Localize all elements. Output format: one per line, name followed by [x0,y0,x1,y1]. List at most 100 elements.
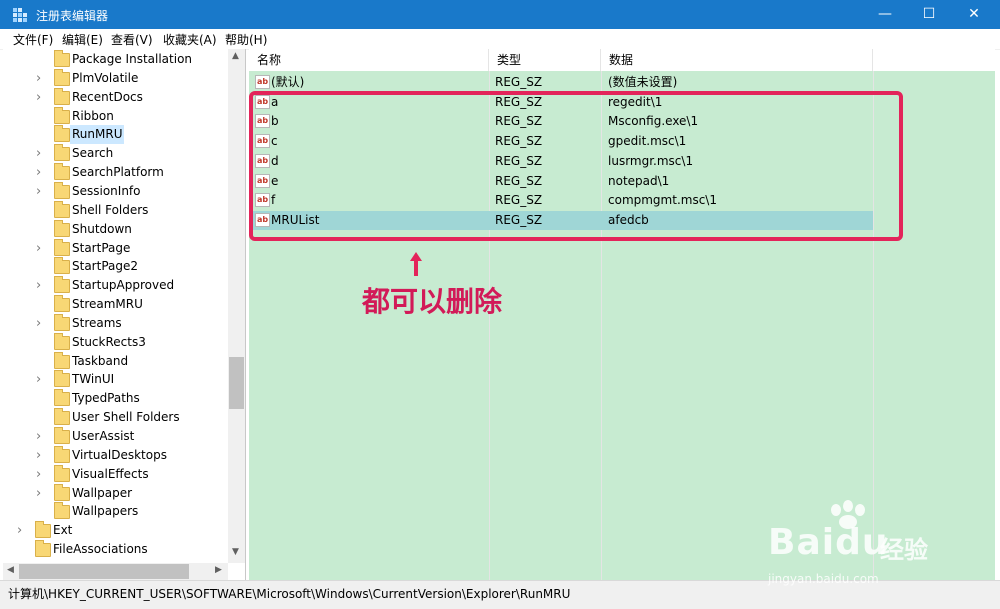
tree-item-label: Ext [53,523,73,538]
tree-item[interactable]: › Ext [3,521,228,540]
folder-icon [54,219,70,237]
folder-icon [54,464,70,482]
menu-help[interactable]: 帮助(H) [225,31,267,48]
window-title: 注册表编辑器 [36,9,109,23]
scroll-left-arrow-icon[interactable]: ◀ [7,565,14,575]
tree-item-label: StreamMRU [72,297,143,312]
tree-item[interactable]: › Search [3,144,228,163]
menu-bar: 文件(F) 编辑(E) 查看(V) 收藏夹(A) 帮助(H) [0,29,1000,50]
expand-chevron-icon[interactable]: › [36,163,46,182]
close-button[interactable]: ✕ [951,0,997,29]
expand-chevron-icon[interactable]: › [36,182,46,201]
tree-item-label: Wallpapers [72,504,139,519]
annotation-highlight-box [249,91,903,241]
tree-item[interactable]: Ribbon [3,106,228,126]
watermark-url: jingyan.baidu.com [768,572,879,586]
tree-item-label: Ribbon [72,108,114,123]
tree-item-label: StartPage [72,240,131,255]
value-type: REG_SZ [495,75,543,89]
tree-vscroll-thumb[interactable] [229,357,244,409]
expand-chevron-icon[interactable]: › [36,314,46,333]
scroll-down-arrow-icon[interactable]: ▼ [232,547,239,557]
tree-item[interactable]: Wallpapers [3,502,228,521]
column-header-data[interactable]: 数据 [601,49,873,71]
watermark-cn: 经验 [880,536,928,564]
menu-file[interactable]: 文件(F) [13,31,53,48]
folder-icon [54,181,70,199]
tree-item[interactable]: StuckRects3 [3,332,228,352]
expand-chevron-icon[interactable]: › [36,239,46,258]
tree-item[interactable]: › SearchPlatform [3,163,228,182]
menu-favorites[interactable]: 收藏夹(A) [163,31,217,48]
tree-item[interactable]: StartPage2 [3,257,228,276]
expand-chevron-icon[interactable]: › [36,144,46,163]
tree-item-label: Taskband [72,353,129,368]
tree-item-label: PlmVolatile [72,70,139,85]
tree-item[interactable]: › VirtualDesktops [3,445,228,465]
column-header-type[interactable]: 类型 [489,49,601,71]
watermark-brand: Baidu [768,522,889,563]
tree-item[interactable]: › VisualEffects [3,464,228,484]
tree-item[interactable]: › StartupApproved [3,276,228,295]
tree-item-label: RecentDocs [72,89,143,104]
tree-item[interactable]: › StartPage [3,238,228,258]
tree-item-label: SessionInfo [72,183,141,198]
tree-vertical-scrollbar[interactable]: ▲ ▼ [228,49,245,563]
values-header: 名称 类型 数据 [249,49,995,71]
tree-item-label: SearchPlatform [72,165,164,180]
tree-item[interactable]: Taskband [3,351,228,371]
tree-item[interactable]: › UserAssist [3,427,228,446]
menu-view[interactable]: 查看(V) [111,31,153,48]
tree-item-label: TWinUI [72,372,115,387]
tree-item[interactable]: › TWinUI [3,370,228,389]
registry-tree[interactable]: Package Installation › PlmVolatile › RecentD… [3,49,246,580]
tree-item[interactable]: User Shell Folders [3,408,228,427]
column-header-name[interactable]: 名称 [249,49,489,71]
folder-icon [54,332,70,350]
tree-item[interactable]: › SessionInfo [3,181,228,201]
tree-item[interactable]: › Streams [3,313,228,333]
tree-item[interactable]: › PlmVolatile [3,68,228,88]
title-bar[interactable]: 注册表编辑器 — ☐ ✕ [0,0,1000,29]
menu-edit[interactable]: 编辑(E) [62,31,103,48]
regedit-window: 注册表编辑器 — ☐ ✕ 文件(F) 编辑(E) 查看(V) 收藏夹(A) 帮助… [0,0,1000,609]
tree-item[interactable]: StreamMRU [3,295,228,314]
tree-item[interactable]: RunMRU [3,125,228,145]
expand-chevron-icon[interactable]: › [36,484,46,503]
tree-item[interactable]: FileAssociations [3,540,228,559]
tree-item[interactable]: Shutdown [3,219,228,239]
tree-item-label: VisualEffects [72,466,149,481]
folder-icon [54,106,70,124]
tree-horizontal-scrollbar[interactable]: ◀ ▶ [3,563,228,580]
tree-item[interactable]: TypedPaths [3,389,228,408]
expand-chevron-icon[interactable]: › [36,427,46,446]
tree-item[interactable]: Shell Folders [3,200,228,220]
tree-item[interactable]: › RecentDocs [3,87,228,107]
expand-chevron-icon[interactable]: › [36,88,46,107]
scroll-up-arrow-icon[interactable]: ▲ [232,51,239,61]
expand-chevron-icon[interactable]: › [17,521,27,540]
tree-item-label: UserAssist [72,429,135,443]
expand-chevron-icon[interactable]: › [36,446,46,465]
folder-icon [54,389,70,407]
value-name: (默认) [271,75,305,89]
tree-hscroll-thumb[interactable] [19,564,189,579]
scroll-right-arrow-icon[interactable]: ▶ [215,565,222,575]
tree-item-label: StuckRects3 [72,334,146,349]
maximize-button[interactable]: ☐ [906,0,952,29]
tree-item[interactable]: › Wallpaper [3,483,228,503]
expand-chevron-icon[interactable]: › [36,276,46,295]
tree-item-label: Search [72,146,114,161]
status-path: 计算机\HKEY_CURRENT_USER\SOFTWARE\Microsoft… [8,587,571,601]
value-row[interactable]: ab (默认) REG_SZ (数值未设置) [249,73,873,92]
expand-chevron-icon[interactable]: › [36,465,46,484]
folder-icon [54,50,70,67]
expand-chevron-icon[interactable]: › [36,370,46,389]
minimize-button[interactable]: — [862,0,908,29]
expand-chevron-icon[interactable]: › [36,69,46,88]
tree-item[interactable]: Package Installation [3,50,228,69]
folder-icon [54,370,70,388]
tree-item-label: StartPage2 [72,259,138,274]
folder-icon [54,238,70,256]
tree-item-label: Shutdown [72,221,132,236]
